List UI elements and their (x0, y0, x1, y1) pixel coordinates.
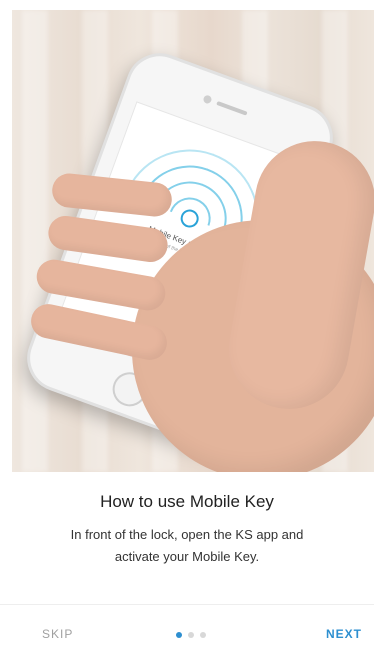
footer-divider (0, 604, 374, 605)
page-dot-3 (200, 632, 206, 638)
onboarding-illustration: Mobile Key active Tap the unlock of the … (12, 10, 374, 472)
onboarding-title: How to use Mobile Key (100, 492, 274, 511)
phone-speaker-icon (216, 100, 248, 116)
page-dot-1 (176, 632, 182, 638)
skip-button[interactable]: SKIP (42, 627, 73, 641)
page-dot-2 (188, 632, 194, 638)
onboarding-description: In front of the lock, open the KS app an… (70, 527, 304, 564)
next-button[interactable]: NEXT (326, 627, 362, 641)
mobile-key-onboarding-screen: Mobile Key active Tap the unlock of the … (0, 0, 374, 658)
page-indicator (176, 632, 206, 638)
phone-camera-icon (202, 94, 213, 105)
